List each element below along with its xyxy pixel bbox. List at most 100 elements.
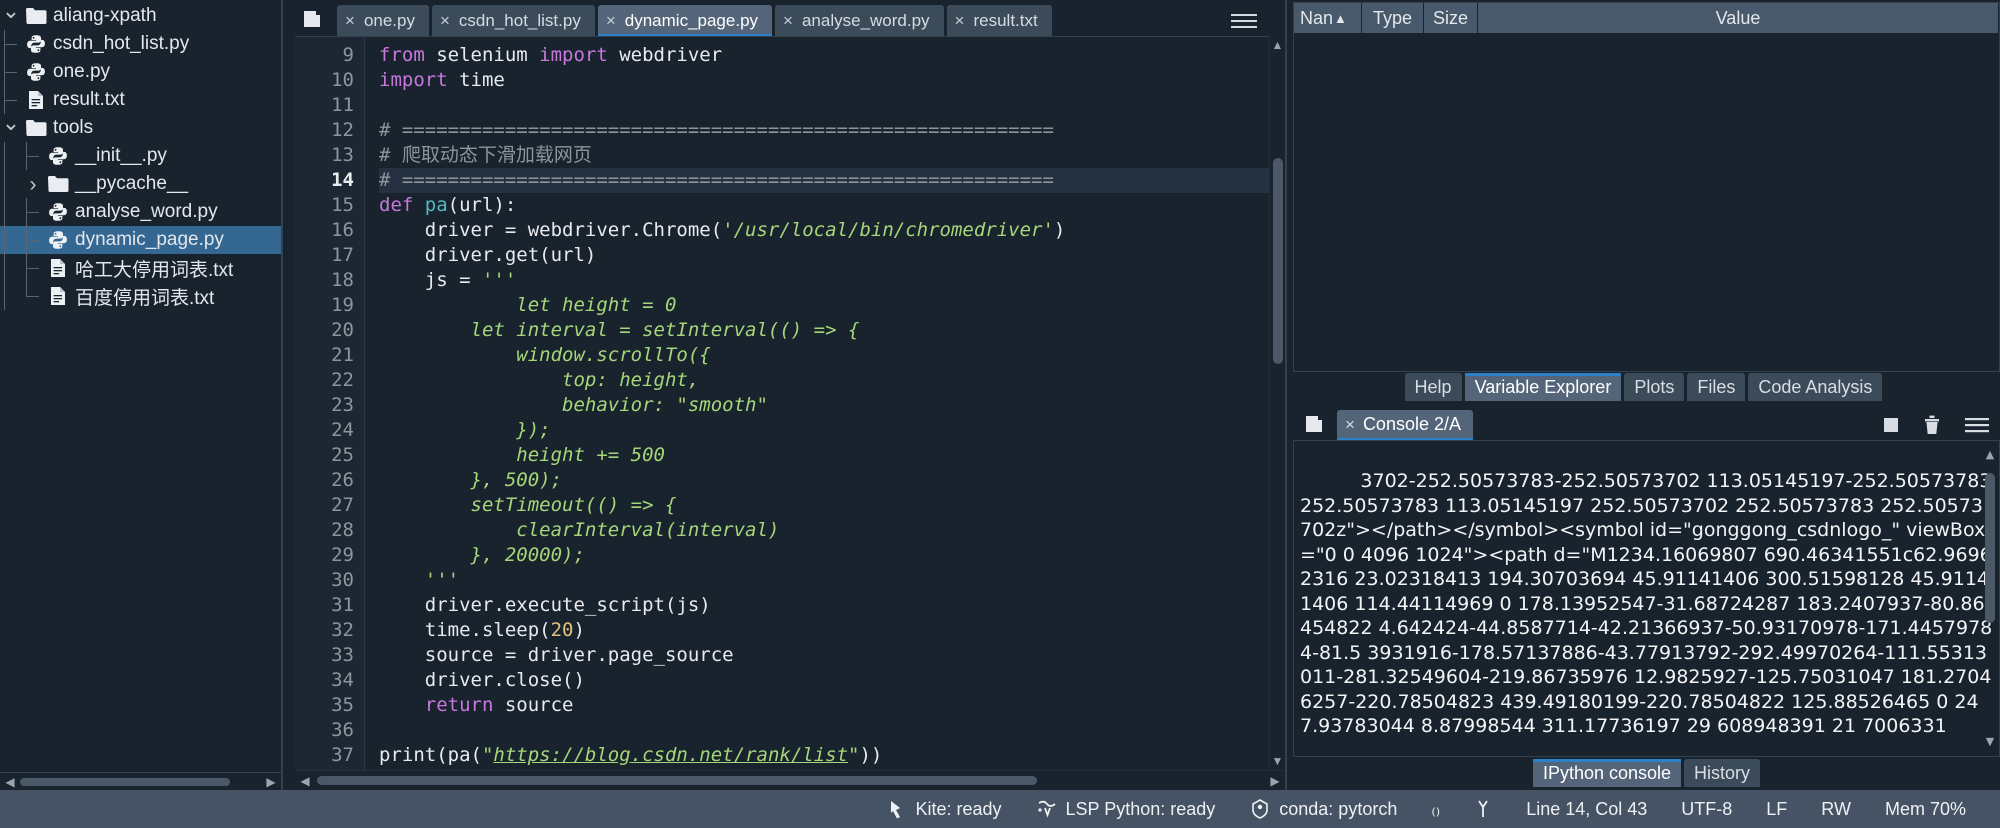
scroll-left-arrow-icon[interactable]: ◀	[0, 773, 20, 791]
column-header-name[interactable]: Nan ▲	[1294, 3, 1362, 33]
editor-hscroll-thumb[interactable]	[317, 776, 1037, 785]
conda-env-extra[interactable]: ₍₎	[1431, 799, 1440, 820]
editor-tab-result-txt[interactable]: ×result.txt	[947, 5, 1052, 36]
code-line[interactable]: print(pa("https://blog.csdn.net/rank/lis…	[379, 743, 1269, 768]
tree-item-aliang-xpath[interactable]: aliang-xpath	[0, 2, 281, 30]
editor-vscroll-thumb[interactable]	[1273, 158, 1283, 364]
code-line[interactable]: # ======================================…	[379, 168, 1269, 193]
tree-item-txt[interactable]: 哈工大停用词表.txt	[0, 254, 281, 282]
code-line[interactable]: let height = 0	[379, 293, 1269, 318]
close-icon[interactable]: ×	[955, 12, 965, 29]
tree-item-dynamic-page-py[interactable]: dynamic_page.py	[0, 226, 281, 254]
editor-vertical-scrollbar[interactable]: ▲ ▼	[1269, 36, 1285, 770]
code-line[interactable]: return source	[379, 693, 1269, 718]
column-header-value[interactable]: Value	[1478, 3, 1999, 33]
editor-scroll-right-icon[interactable]: ▶	[1265, 774, 1285, 788]
tree-item-analyse-word-py[interactable]: analyse_word.py	[0, 198, 281, 226]
code-line[interactable]: });	[379, 418, 1269, 443]
console-scroll-thumb[interactable]	[1985, 473, 1995, 623]
tree-item-tools[interactable]: tools	[0, 114, 281, 142]
close-icon[interactable]: ×	[345, 12, 355, 29]
right-panel-tabbar[interactable]: HelpVariable ExplorerPlotsFilesCode Anal…	[1287, 372, 2000, 403]
console-browse-tabs-icon[interactable]	[1297, 410, 1331, 438]
editor-tabbar[interactable]: ×one.py×csdn_hot_list.py×dynamic_page.py…	[283, 0, 1285, 36]
eol[interactable]: LF	[1766, 799, 1787, 820]
close-icon[interactable]: ×	[1345, 415, 1355, 435]
code-line[interactable]	[379, 718, 1269, 743]
panel-tab-help[interactable]: Help	[1405, 373, 1462, 401]
panel-tab-variable-explorer[interactable]: Variable Explorer	[1465, 373, 1622, 401]
column-header-size[interactable]: Size	[1424, 3, 1478, 33]
scroll-right-arrow-icon[interactable]: ▶	[261, 773, 281, 791]
code-line[interactable]: behavior: "smooth"	[379, 393, 1269, 418]
code-line[interactable]: let interval = setInterval(() => {	[379, 318, 1269, 343]
console-output[interactable]: 3702-252.50573783-252.50573702 113.05145…	[1293, 440, 2000, 757]
panel-tab-code-analysis[interactable]: Code Analysis	[1748, 373, 1882, 401]
code-line[interactable]: js = '''	[379, 268, 1269, 293]
permission[interactable]: RW	[1821, 799, 1851, 820]
kite-status[interactable]: Kite: ready	[887, 799, 1001, 820]
close-icon[interactable]: ×	[440, 12, 450, 29]
code-line[interactable]: driver.execute_script(js)	[379, 593, 1269, 618]
editor-tab-analyse-word-py[interactable]: ×analyse_word.py	[775, 5, 944, 36]
cursor-position[interactable]: Line 14, Col 43	[1526, 799, 1647, 820]
code-line[interactable]: top: height,	[379, 368, 1269, 393]
encoding[interactable]: UTF-8	[1681, 799, 1732, 820]
sidebar-scroll-track[interactable]	[20, 778, 259, 786]
tree-item-txt[interactable]: 百度停用词表.txt	[0, 282, 281, 310]
editor-hscroll-track[interactable]	[317, 776, 1245, 785]
memory[interactable]: Mem 70%	[1885, 799, 1966, 820]
code-line[interactable]: window.scrollTo({	[379, 343, 1269, 368]
branch-status[interactable]	[1474, 798, 1492, 820]
console-vertical-scrollbar[interactable]: ▲ ▼	[1983, 443, 1997, 754]
column-header-type[interactable]: Type	[1362, 3, 1424, 33]
tree-expander-icon[interactable]	[0, 117, 22, 139]
code-line[interactable]: driver.get(url)	[379, 243, 1269, 268]
tree-item-one-py[interactable]: one.py	[0, 58, 281, 86]
code-line[interactable]: source = driver.page_source	[379, 643, 1269, 668]
scroll-down-arrow-icon[interactable]: ▼	[1270, 754, 1285, 768]
sort-ascending-icon[interactable]: ▲	[1334, 11, 1347, 26]
source-code[interactable]: from selenium import webdriverimport tim…	[365, 37, 1269, 770]
lsp-status[interactable]: LSP Python: ready	[1036, 799, 1216, 820]
sidebar-scroll-thumb[interactable]	[20, 778, 230, 786]
code-line[interactable]: }, 500);	[379, 468, 1269, 493]
code-line[interactable]: # 爬取动态下滑加载网页	[379, 143, 1269, 168]
conda-status[interactable]: conda: pytorch	[1249, 798, 1397, 820]
scroll-up-arrow-icon[interactable]: ▲	[1270, 38, 1285, 52]
trash-icon[interactable]	[1922, 414, 1942, 436]
stop-icon[interactable]	[1882, 416, 1900, 434]
console-options-icon[interactable]	[1964, 415, 1990, 435]
file-tree[interactable]: aliang-xpathcsdn_hot_list.pyone.pyresult…	[0, 0, 281, 772]
console-tabbar[interactable]: × Console 2/A	[1293, 407, 2000, 440]
tree-item-csdn-hot-list-py[interactable]: csdn_hot_list.py	[0, 30, 281, 58]
panel-tab-files[interactable]: Files	[1687, 373, 1745, 401]
browse-tabs-icon[interactable]	[295, 4, 329, 34]
console-tab-ipython-console[interactable]: IPython console	[1533, 759, 1681, 787]
console-scroll-up-icon[interactable]: ▲	[1983, 443, 1997, 468]
console-scroll-down-icon[interactable]: ▼	[1983, 730, 1997, 755]
code-line[interactable]: clearInterval(interval)	[379, 518, 1269, 543]
code-line[interactable]: driver = webdriver.Chrome('/usr/local/bi…	[379, 218, 1269, 243]
sidebar-horizontal-scrollbar[interactable]: ◀ ▶	[0, 772, 281, 790]
editor-tab-one-py[interactable]: ×one.py	[337, 5, 429, 36]
tree-item-result-txt[interactable]: result.txt	[0, 86, 281, 114]
console-tab-console-2a[interactable]: × Console 2/A	[1337, 410, 1473, 440]
close-icon[interactable]: ×	[606, 12, 616, 29]
tree-expander-icon[interactable]	[22, 174, 44, 195]
tree-expander-icon[interactable]	[0, 5, 22, 27]
code-line[interactable]	[379, 93, 1269, 118]
code-line[interactable]: height += 500	[379, 443, 1269, 468]
editor-tab-csdn-hot-list-py[interactable]: ×csdn_hot_list.py	[432, 5, 595, 36]
editor-horizontal-scrollbar[interactable]: ◀ ▶	[295, 770, 1285, 790]
code-line[interactable]: driver.close()	[379, 668, 1269, 693]
close-icon[interactable]: ×	[783, 12, 793, 29]
variable-table-body[interactable]	[1294, 33, 1999, 371]
code-line[interactable]: # ======================================…	[379, 118, 1269, 143]
code-line[interactable]: }, 20000);	[379, 543, 1269, 568]
console-tab-history[interactable]: History	[1684, 759, 1760, 787]
editor-tab-dynamic-page-py[interactable]: ×dynamic_page.py	[598, 5, 772, 36]
editor-scroll-left-icon[interactable]: ◀	[295, 774, 315, 788]
variable-table[interactable]: Nan ▲ Type Size Value	[1293, 2, 2000, 372]
tree-item-pycache[interactable]: __pycache__	[0, 170, 281, 198]
